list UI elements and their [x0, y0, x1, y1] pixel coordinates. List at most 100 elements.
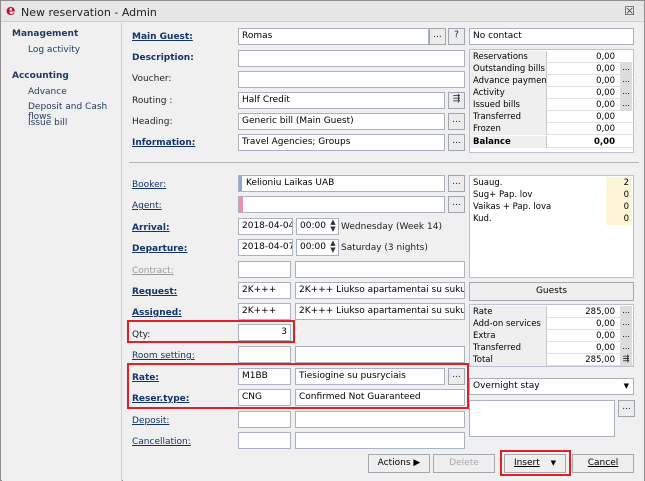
contract-name-field[interactable] — [295, 261, 465, 278]
booker-label: Booker: — [132, 180, 167, 190]
guest-row: Vaikas + Pap. lova 0 — [470, 201, 633, 213]
sidebar-item-log-activity[interactable]: Log activity — [28, 45, 80, 55]
main-guest-help-button[interactable]: ? — [448, 28, 465, 45]
balance-row: Reservations 0,00 — [470, 51, 633, 63]
heading-browse-button[interactable]: ... — [448, 113, 465, 130]
arrival-label: Arrival: — [132, 223, 170, 233]
guests-button[interactable]: Guests — [469, 282, 634, 301]
agent-field-marker — [239, 197, 243, 212]
sidebar-item-issue-bill[interactable]: Issue bill — [28, 118, 67, 128]
row-browse-button[interactable]: ... — [620, 318, 632, 330]
row-browse-button[interactable]: ... — [620, 63, 632, 75]
departure-time-spinner-icon[interactable]: ▲ ▼ — [329, 240, 337, 255]
section-divider — [129, 162, 639, 163]
deposit-code-field[interactable] — [238, 411, 291, 428]
heading-field[interactable]: Generic bill (Main Guest) — [238, 113, 445, 130]
balance-row: Advance payments 0,00... — [470, 75, 633, 87]
agent-field[interactable] — [238, 196, 445, 213]
app-logo-icon: e — [6, 1, 16, 19]
qty-highlight — [127, 320, 295, 343]
arrival-time-spinner-icon[interactable]: ▲ ▼ — [329, 219, 337, 234]
contact-field[interactable]: No contact — [469, 28, 634, 45]
insert-highlight — [500, 450, 571, 476]
request-code-field[interactable]: 2K+++ — [238, 282, 291, 299]
description-label: Description: — [132, 53, 194, 63]
information-browse-button[interactable]: ... — [448, 134, 465, 151]
sidebar-section-accounting[interactable]: Accounting — [12, 71, 69, 81]
title-bar: e New reservation - Admin ☒ — [1, 1, 644, 22]
agent-label: Agent: — [132, 201, 162, 211]
routing-field[interactable]: Half Credit — [238, 92, 445, 109]
main-guest-field[interactable]: Romas — [238, 28, 429, 45]
request-name-field[interactable]: 2K+++ Liukso apartamentai su sukurine vo — [295, 282, 465, 299]
guest-row: Suaug. 2 — [470, 177, 633, 189]
main-form: Main Guest: Romas ... ? No contact Descr… — [123, 23, 644, 481]
rate-type-highlight — [127, 363, 469, 409]
rate-total-row: Total 285,00 ⇶ — [470, 354, 633, 366]
row-browse-button[interactable]: ... — [620, 87, 632, 99]
routing-icon[interactable]: ⇶ — [448, 92, 465, 109]
room-setting-code-field[interactable] — [238, 346, 291, 363]
rate-row: Add-on services 0,00... — [470, 318, 633, 330]
reservation-window: e New reservation - Admin ☒ Management L… — [0, 0, 645, 481]
balance-row: Issued bills 0,00... — [470, 99, 633, 111]
description-field[interactable] — [238, 50, 465, 67]
sidebar: Management Log activity Accounting Advan… — [2, 23, 122, 481]
deposit-name-field[interactable] — [295, 411, 465, 428]
guest-row: Sug+ Pap. lov 0 — [470, 189, 633, 201]
close-icon[interactable]: ☒ — [624, 4, 635, 18]
row-browse-button[interactable]: ... — [620, 342, 632, 354]
row-browse-button[interactable]: ... — [620, 306, 632, 318]
booker-field-marker — [239, 176, 242, 191]
sidebar-section-management[interactable]: Management — [12, 29, 78, 39]
rate-summary-grid: Rate 285,00... Add-on services 0,00... Ext… — [469, 304, 634, 367]
arrival-date-field[interactable]: 2018-04-04 — [238, 218, 293, 235]
main-guest-label: Main Guest: — [132, 32, 193, 42]
delete-button[interactable]: Delete — [433, 454, 495, 473]
room-setting-name-field[interactable] — [295, 346, 465, 363]
cancellation-name-field[interactable] — [295, 432, 465, 449]
chevron-down-icon[interactable]: ▼ — [624, 379, 629, 394]
balance-row: Outstanding bills 0,00... — [470, 63, 633, 75]
row-browse-button[interactable]: ... — [620, 75, 632, 87]
main-guest-browse-button[interactable]: ... — [429, 28, 446, 45]
balance-row: Frozen 0,00 — [470, 123, 633, 135]
contract-code-field[interactable] — [238, 261, 291, 278]
total-split-icon[interactable]: ⇶ — [620, 354, 632, 366]
deposit-label: Deposit: — [132, 416, 170, 426]
row-browse-button[interactable]: ... — [620, 99, 632, 111]
departure-note: Saturday (3 nights) — [341, 243, 428, 253]
notes-browse-button[interactable]: ... — [618, 400, 635, 417]
guest-row: Kud. 0 — [470, 213, 633, 225]
departure-label: Departure: — [132, 244, 188, 254]
row-browse-button[interactable]: ... — [620, 330, 632, 342]
window-title: New reservation - Admin — [21, 6, 157, 19]
voucher-field[interactable] — [238, 71, 465, 88]
information-label: Information: — [132, 138, 196, 148]
sidebar-item-advance[interactable]: Advance — [28, 87, 67, 97]
balance-grid: Reservations 0,00 Outstanding bills 0,00..… — [469, 49, 634, 153]
assigned-code-field[interactable]: 2K+++ — [238, 303, 291, 320]
routing-label: Routing : — [132, 96, 173, 106]
cancellation-label: Cancellation: — [132, 437, 191, 447]
arrival-note: Wednesday (Week 14) — [341, 222, 442, 232]
notes-field[interactable] — [469, 400, 615, 437]
cancellation-code-field[interactable] — [238, 432, 291, 449]
balance-row: Transferred 0,00 — [470, 111, 633, 123]
information-field[interactable]: Travel Agencies; Groups — [238, 134, 445, 151]
agent-browse-button[interactable]: ... — [448, 196, 465, 213]
actions-button[interactable]: Actions ▶ — [368, 454, 430, 473]
booker-field[interactable]: Kelioniu Laikas UAB — [238, 175, 445, 192]
booker-browse-button[interactable]: ... — [448, 175, 465, 192]
request-label: Request: — [132, 287, 178, 297]
assigned-label: Assigned: — [132, 308, 182, 318]
play-right-icon: ▶ — [413, 458, 421, 468]
rate-row: Transferred 0,00... — [470, 342, 633, 354]
assigned-name-field[interactable]: 2K+++ Liukso apartamentai su sukurine vo — [295, 303, 465, 320]
contract-label: Contract: — [132, 266, 174, 276]
departure-date-field[interactable]: 2018-04-07 — [238, 239, 293, 256]
balance-total-row: Balance 0,00 — [470, 136, 633, 148]
rate-row: Extra 0,00... — [470, 330, 633, 342]
cancel-button[interactable]: Cancel — [572, 454, 634, 473]
stay-type-select[interactable]: Overnight stay ▼ — [469, 378, 634, 395]
